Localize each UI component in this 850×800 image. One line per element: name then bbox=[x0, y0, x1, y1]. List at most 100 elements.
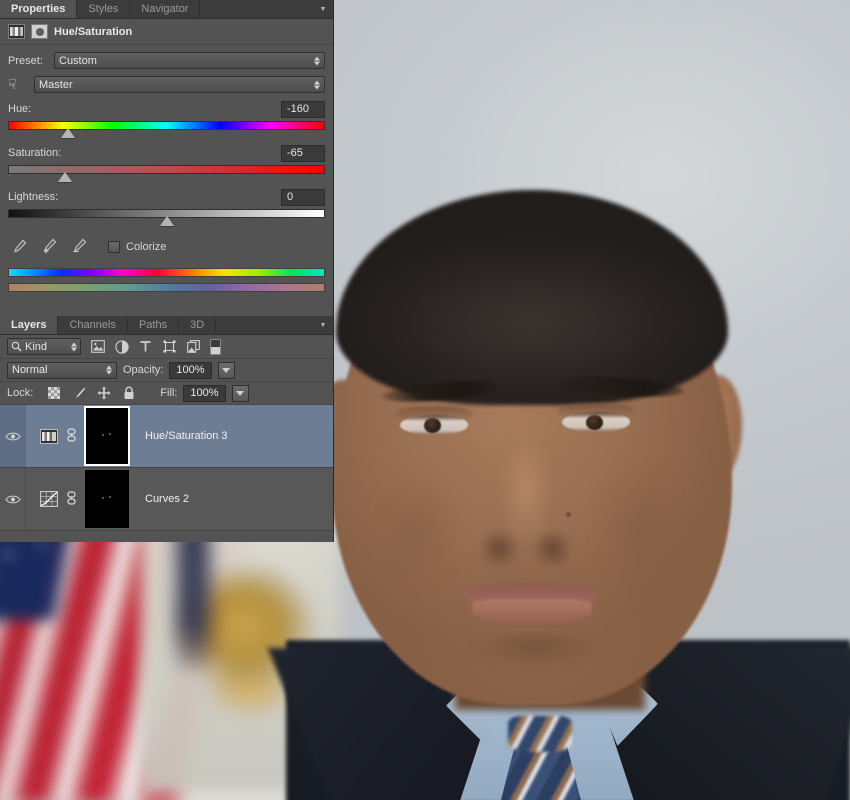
saturation-slider[interactable] bbox=[8, 164, 325, 184]
input-spectrum-bar[interactable] bbox=[8, 268, 325, 277]
hand-pointer-icon[interactable]: ☟ bbox=[8, 76, 34, 93]
filter-adjustment-layers-icon[interactable] bbox=[114, 339, 129, 354]
layers-panel: Layers Channels Paths 3D ▼ Kind Normal O… bbox=[0, 316, 334, 542]
layer-visibility-toggle[interactable] bbox=[0, 405, 26, 467]
lock-icons bbox=[47, 386, 136, 400]
tabbar-filler bbox=[200, 0, 317, 18]
layers-tabbar-filler bbox=[216, 316, 317, 334]
lock-row: Lock: Fill: 100% bbox=[0, 382, 333, 405]
tab-navigator-label: Navigator bbox=[141, 3, 189, 15]
mask-content bbox=[96, 433, 118, 439]
tab-3d[interactable]: 3D bbox=[179, 316, 217, 334]
channel-select[interactable]: Master bbox=[34, 76, 325, 93]
lightness-slider[interactable] bbox=[8, 208, 325, 228]
lock-all-icon[interactable] bbox=[122, 386, 136, 400]
spectrum-bars bbox=[8, 268, 325, 292]
fill-field[interactable]: 100% bbox=[183, 384, 226, 402]
filter-kind-select[interactable]: Kind bbox=[7, 338, 81, 355]
hue-label: Hue: bbox=[8, 103, 32, 115]
blend-mode-select[interactable]: Normal bbox=[7, 361, 117, 379]
layer-thumbnails bbox=[26, 470, 129, 528]
hue-slider-thumb[interactable] bbox=[61, 128, 76, 138]
page-title: Hue/Saturation bbox=[54, 25, 133, 38]
eyedropper-add-icon[interactable] bbox=[40, 238, 58, 256]
blend-mode-value: Normal bbox=[12, 364, 48, 376]
tab-properties-label: Properties bbox=[11, 3, 66, 15]
layer-filter-row: Kind bbox=[0, 335, 333, 359]
opacity-label: Opacity: bbox=[123, 364, 164, 376]
hue-slider-track[interactable] bbox=[8, 121, 325, 130]
saturation-slider-track[interactable] bbox=[8, 165, 325, 174]
curves-thumbnail-icon[interactable] bbox=[40, 491, 58, 507]
chevron-down-icon[interactable]: ▼ bbox=[317, 316, 333, 334]
layer-mask-thumbnail[interactable] bbox=[84, 406, 130, 466]
tab-styles[interactable]: Styles bbox=[77, 0, 131, 18]
eyedropper-tools: Colorize bbox=[10, 238, 325, 256]
layer-name[interactable]: Hue/Saturation 3 bbox=[145, 430, 228, 442]
blend-mode-stepper-icon[interactable] bbox=[106, 365, 112, 375]
table-row[interactable]: Curves 2 bbox=[0, 468, 333, 531]
table-row[interactable]: Hue/Saturation 3 bbox=[0, 405, 333, 468]
channel-value: Master bbox=[39, 78, 73, 91]
layer-name[interactable]: Curves 2 bbox=[145, 493, 189, 505]
filter-type-layers-icon[interactable] bbox=[138, 339, 153, 354]
saturation-label: Saturation: bbox=[8, 147, 62, 159]
lightness-slider-block: Lightness: 0 bbox=[8, 188, 325, 228]
eye-left bbox=[396, 406, 472, 435]
adjustment-thumbnail-icon[interactable] bbox=[8, 24, 25, 39]
link-icon[interactable] bbox=[66, 427, 77, 445]
eyedropper-subtract-icon[interactable] bbox=[70, 238, 88, 256]
tab-navigator[interactable]: Navigator bbox=[130, 0, 201, 18]
filter-smart-object-icon[interactable] bbox=[186, 339, 201, 354]
opacity-dropdown-icon[interactable] bbox=[217, 361, 235, 379]
eye-icon[interactable] bbox=[4, 494, 21, 505]
lock-image-pixels-icon[interactable] bbox=[72, 386, 86, 400]
saturation-value-field[interactable]: -65 bbox=[281, 144, 325, 162]
channel-stepper-icon[interactable] bbox=[314, 80, 320, 89]
link-icon[interactable] bbox=[66, 490, 77, 508]
filter-kind-label: Kind bbox=[25, 340, 48, 353]
hue-saturation-thumbnail-icon[interactable] bbox=[40, 428, 58, 444]
preset-stepper-icon[interactable] bbox=[314, 56, 320, 65]
fill-dropdown-icon[interactable] bbox=[231, 384, 249, 402]
eyedropper-icon[interactable] bbox=[10, 238, 28, 256]
lock-transparent-pixels-icon[interactable] bbox=[47, 386, 61, 400]
layer-mask-icon[interactable] bbox=[31, 24, 48, 39]
filter-kind-stepper-icon[interactable] bbox=[71, 342, 77, 351]
fill-label: Fill: bbox=[160, 387, 178, 399]
colorize-control[interactable]: Colorize bbox=[108, 241, 166, 253]
lock-position-icon[interactable] bbox=[97, 386, 111, 400]
output-spectrum-bar[interactable] bbox=[8, 283, 325, 292]
colorize-checkbox[interactable] bbox=[108, 241, 120, 253]
chevron-down-icon[interactable]: ▼ bbox=[317, 0, 333, 18]
tab-layers-label: Layers bbox=[11, 319, 47, 331]
blend-mode-row: Normal Opacity: 100% bbox=[0, 359, 333, 382]
properties-header: Hue/Saturation bbox=[0, 19, 333, 45]
filter-shape-layers-icon[interactable] bbox=[162, 339, 177, 354]
opacity-field[interactable]: 100% bbox=[169, 361, 212, 379]
hue-value-field[interactable]: -160 bbox=[281, 100, 325, 118]
mouth bbox=[466, 582, 598, 626]
lightness-slider-thumb[interactable] bbox=[159, 216, 174, 226]
tab-layers[interactable]: Layers bbox=[0, 316, 59, 334]
tab-channels[interactable]: Channels bbox=[58, 316, 128, 334]
preset-value: Custom bbox=[59, 54, 97, 67]
nose bbox=[478, 430, 574, 565]
necktie-knot bbox=[508, 716, 572, 752]
properties-tabbar: Properties Styles Navigator ▼ bbox=[0, 0, 333, 19]
filter-enable-toggle[interactable] bbox=[210, 338, 221, 355]
layer-mask-thumbnail[interactable] bbox=[85, 470, 129, 528]
hue-slider[interactable] bbox=[8, 120, 325, 140]
preset-select[interactable]: Custom bbox=[54, 52, 325, 69]
lightness-label: Lightness: bbox=[8, 191, 59, 203]
lightness-value-field[interactable]: 0 bbox=[281, 188, 325, 206]
saturation-slider-block: Saturation: -65 bbox=[8, 144, 325, 184]
tab-properties[interactable]: Properties bbox=[0, 0, 78, 18]
eye-icon[interactable] bbox=[4, 431, 21, 442]
filter-pixel-layers-icon[interactable] bbox=[90, 339, 105, 354]
tab-paths[interactable]: Paths bbox=[127, 316, 180, 334]
magnifier-icon bbox=[11, 341, 22, 352]
hue-slider-block: Hue: -160 bbox=[8, 100, 325, 140]
layer-visibility-toggle[interactable] bbox=[0, 468, 26, 530]
saturation-slider-thumb[interactable] bbox=[58, 172, 73, 182]
